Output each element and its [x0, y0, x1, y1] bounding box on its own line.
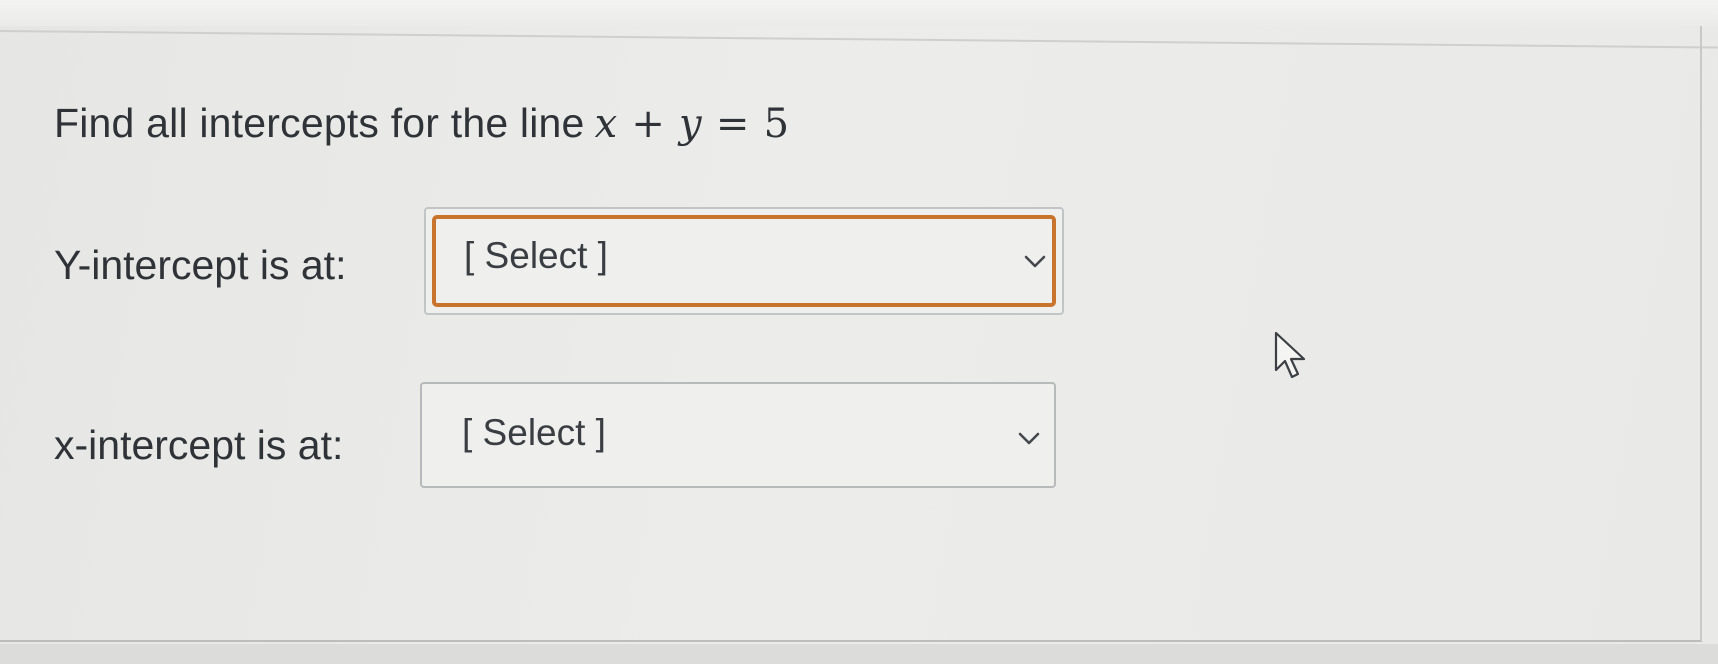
bottom-band	[0, 644, 1718, 664]
y-intercept-select[interactable]: [ Select ]	[424, 207, 1064, 315]
canvas-screen: Find all intercepts for the line x + y = 5 Y-…	[0, 0, 1718, 664]
equation: x + y = 5	[595, 101, 790, 147]
question-prompt: Find all intercepts for the line x + y = 5	[54, 100, 789, 147]
prompt-text: Find all intercepts for the line	[54, 100, 585, 146]
equation-rhs: 5	[763, 101, 790, 147]
x-intercept-label: x-intercept is at:	[54, 422, 344, 468]
equation-equals: =	[715, 101, 750, 147]
equation-var-x: x	[594, 101, 618, 147]
equation-var-y: y	[679, 101, 702, 147]
y-intercept-label: Y-intercept is at:	[54, 242, 347, 288]
chevron-down-icon	[1018, 432, 1040, 445]
equation-plus: +	[631, 101, 666, 147]
y-intercept-select-value: [ Select ]	[464, 235, 608, 276]
x-intercept-select-value: [ Select ]	[462, 412, 606, 453]
x-intercept-select[interactable]: [ Select ]	[420, 382, 1056, 488]
mouse-pointer-icon	[1274, 331, 1306, 379]
chevron-down-icon	[1024, 255, 1046, 268]
